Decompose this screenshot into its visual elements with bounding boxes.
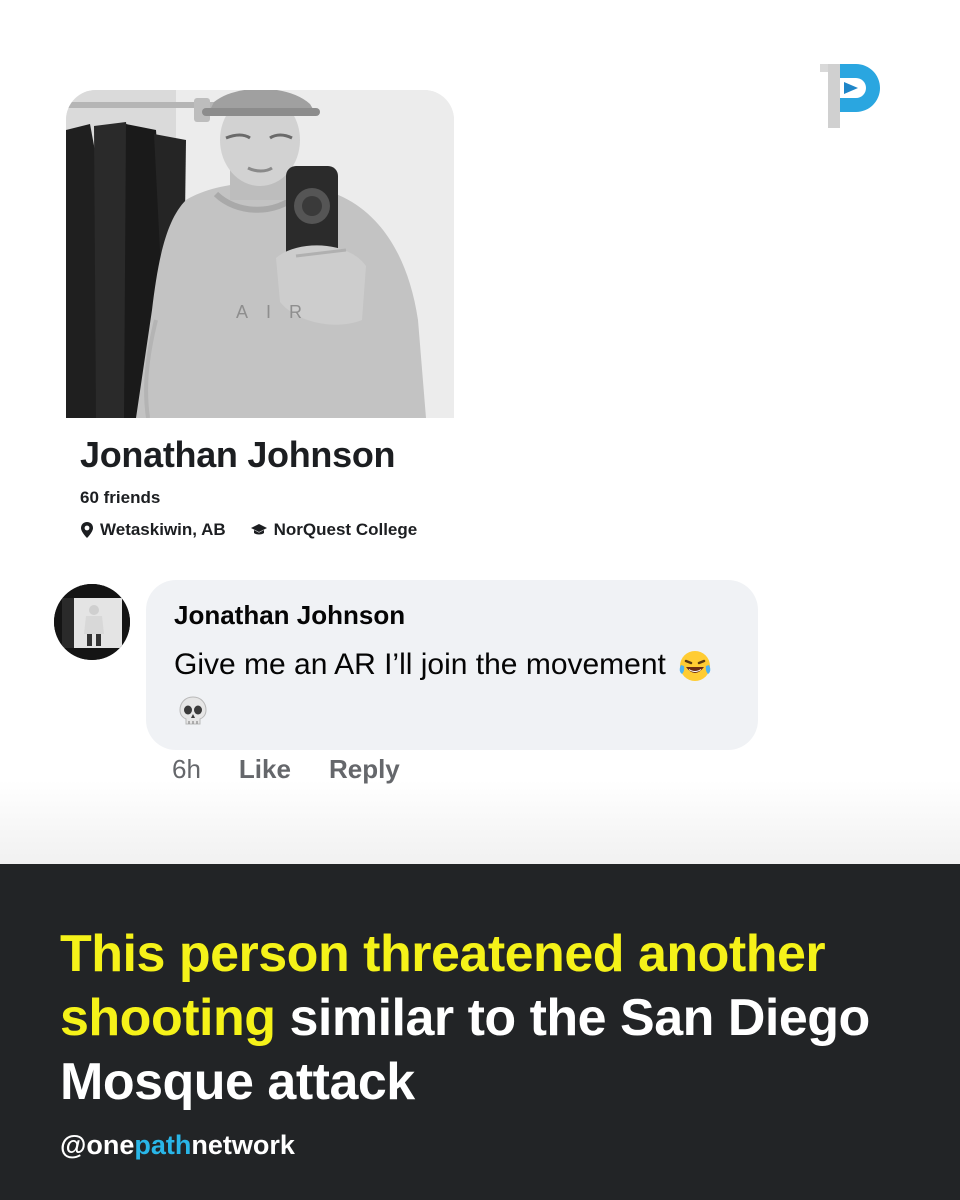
onepath-p-logo-icon (820, 64, 880, 128)
commenter-avatar[interactable] (54, 584, 130, 660)
headline: This person threatened another shooting … (60, 922, 930, 1114)
handle-suffix: network (191, 1130, 295, 1160)
laughing-crying-emoji (679, 651, 711, 682)
shirt-text: AIR (236, 302, 320, 322)
comment-bubble: Jonathan Johnson Give me an AR I’ll join… (146, 580, 758, 750)
like-button[interactable]: Like (239, 754, 291, 785)
profile-meta: Wetaskiwin, AB NorQuest College (80, 520, 417, 540)
comment-body: Give me an AR I’ll join the movement (174, 648, 666, 681)
account-handle[interactable]: @onepathnetwork (60, 1130, 295, 1161)
handle-highlight: path (134, 1130, 192, 1160)
avatar-image (54, 584, 130, 660)
comment-actions: 6h Like Reply (172, 754, 400, 785)
handle-prefix: @one (60, 1130, 135, 1160)
comment-text: Give me an AR I’ll join the movement (174, 642, 734, 732)
profile-photo-illustration: AIR (66, 90, 454, 418)
friends-count[interactable]: 60 friends (80, 488, 160, 508)
map-pin-icon (81, 522, 93, 538)
reply-button[interactable]: Reply (329, 754, 400, 785)
profile-school: NorQuest College (273, 520, 418, 539)
profile-location: Wetaskiwin, AB (100, 520, 226, 539)
profile-name[interactable]: Jonathan Johnson (80, 434, 396, 476)
profile-photo[interactable]: AIR (66, 90, 454, 418)
comment-time[interactable]: 6h (172, 754, 201, 785)
graduation-cap-icon (250, 524, 267, 535)
skull-emoji (179, 696, 207, 725)
comment-author[interactable]: Jonathan Johnson (174, 600, 405, 631)
